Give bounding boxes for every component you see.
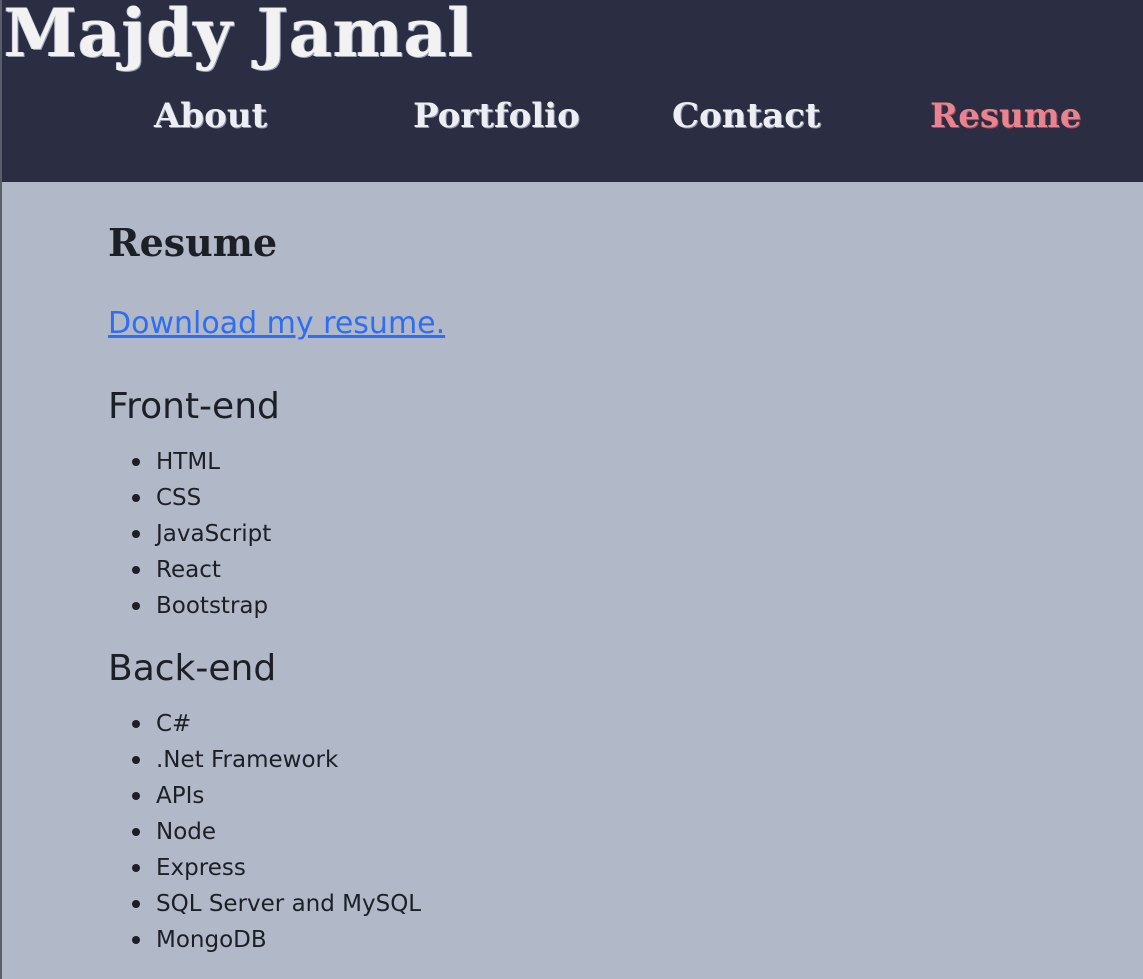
nav-link-resume[interactable]: Resume (930, 96, 1081, 136)
frontend-skill-list: HTML CSS JavaScript React Bootstrap (108, 444, 271, 624)
list-item: React (108, 552, 271, 588)
list-item: APIs (108, 778, 421, 814)
backend-heading: Back-end (108, 648, 277, 689)
nav-link-contact[interactable]: Contact (672, 96, 821, 136)
list-item: SQL Server and MySQL (108, 886, 421, 922)
list-item: Express (108, 850, 421, 886)
download-resume-link[interactable]: Download my resume. (108, 306, 445, 341)
list-item: CSS (108, 480, 271, 516)
nav-link-about[interactable]: About (154, 96, 267, 136)
main-nav: About Portfolio Contact Resume (2, 96, 1143, 146)
list-item: Node (108, 814, 421, 850)
list-item: JavaScript (108, 516, 271, 552)
list-item: C# (108, 706, 421, 742)
backend-skill-list: C# .Net Framework APIs Node Express SQL … (108, 706, 421, 958)
list-item: .Net Framework (108, 742, 421, 778)
nav-link-portfolio[interactable]: Portfolio (413, 96, 580, 136)
list-item: MongoDB (108, 922, 421, 958)
site-header: Majdy Jamal About Portfolio Contact Resu… (2, 0, 1143, 182)
frontend-heading: Front-end (108, 386, 280, 427)
site-title: Majdy Jamal (4, 0, 474, 72)
page-title: Resume (108, 220, 278, 265)
list-item: HTML (108, 444, 271, 480)
list-item: Bootstrap (108, 588, 271, 624)
